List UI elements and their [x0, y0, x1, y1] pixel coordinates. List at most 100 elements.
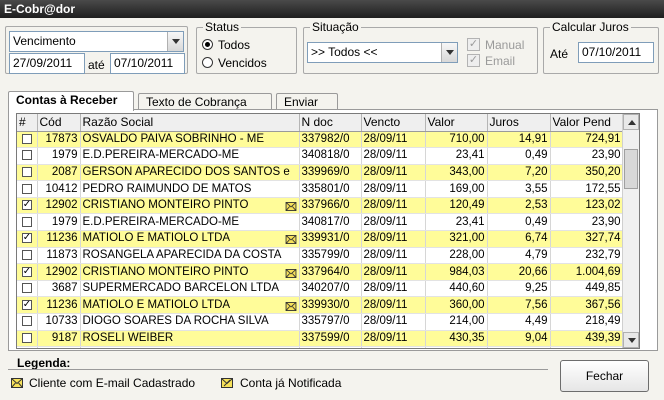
row-pend: 172,55: [550, 180, 624, 198]
row-checkbox[interactable]: [21, 166, 32, 177]
date-to-field[interactable]: 07/10/2011: [110, 53, 185, 74]
tab-label: Enviar: [284, 95, 319, 109]
row-doc-text: 335801/0: [301, 182, 350, 195]
table-row[interactable]: 10733 DIOGO SOARES DA ROCHA SILVA 335797/0…: [17, 313, 624, 331]
radio-todos[interactable]: [202, 39, 213, 50]
row-checkbox[interactable]: [21, 283, 32, 294]
chevron-down-icon[interactable]: [167, 32, 183, 51]
table-row[interactable]: ✓ 12902 CRISTIANO MONTEIRO PINTO 337966/0 28…: [17, 197, 624, 215]
table-row[interactable]: 1979 E.D.PEREIRA-MERCADO-ME 340817/0 28/09/…: [17, 213, 624, 232]
row-checkbox[interactable]: ✓: [21, 266, 32, 277]
date-field-value: Vencimento: [13, 34, 76, 48]
row-name: MATIOLO E MATIOLO LTDA: [80, 230, 300, 248]
row-doc: 339969/0: [299, 164, 362, 182]
row-checkbox-cell: [17, 213, 38, 232]
row-juros: 3,55: [487, 180, 551, 198]
row-checkbox[interactable]: [21, 332, 32, 343]
table-row[interactable]: 11873 ROSANGELA APARECIDA DA COSTA 335799/…: [17, 247, 624, 265]
row-doc-text: 340817/0: [301, 215, 350, 228]
date-from-field[interactable]: 27/09/2011: [9, 53, 85, 74]
row-code-text: 17873: [45, 132, 78, 145]
row-pend: 367,56: [550, 296, 624, 315]
row-name-text: MATIOLO E MATIOLO LTDA: [82, 232, 231, 245]
date-sep-label: até: [88, 58, 105, 72]
row-name: ROSELI WEIBER: [80, 330, 300, 348]
row-doc-text: 339930/0: [301, 298, 350, 311]
tab-enviar[interactable]: Enviar: [276, 93, 338, 110]
scroll-down-icon[interactable]: [623, 332, 639, 348]
accounts-grid[interactable]: # Cód Razão Social N doc Vencto Valor Ju…: [16, 113, 640, 349]
row-checkbox[interactable]: ✓: [21, 299, 32, 310]
row-juros: 4,49: [487, 313, 551, 331]
col-header-doc[interactable]: N doc: [299, 114, 362, 132]
row-vencto-text: 28/09/11: [363, 265, 408, 278]
row-checkbox[interactable]: ✓: [21, 233, 32, 244]
table-row[interactable]: 5418CELESTINO B. SILVEIRA MARQUES M34010…: [17, 346, 624, 348]
col-header-vencto[interactable]: Vencto: [361, 114, 426, 132]
row-vencto-text: 28/09/11: [363, 165, 408, 178]
table-row[interactable]: 1979 E.D.PEREIRA-MERCADO-ME 340818/0 28/09/…: [17, 147, 624, 165]
row-name: CRISTIANO MONTEIRO PINTO: [80, 263, 300, 281]
col-header-juros[interactable]: Juros: [487, 114, 551, 132]
tab-contas-receber[interactable]: Contas à Receber: [8, 91, 134, 111]
row-doc: 339930/0: [299, 296, 362, 315]
date-field-select[interactable]: Vencimento: [9, 31, 184, 52]
row-checkbox-cell: [17, 346, 38, 348]
col-header-code[interactable]: Cód: [37, 114, 81, 132]
table-row[interactable]: 17873 OSVALDO PAIVA SOBRINHO - ME 337982/0…: [17, 131, 624, 149]
close-button[interactable]: Fechar: [560, 360, 649, 392]
tab-label: Texto de Cobrança: [146, 95, 247, 109]
row-checkbox[interactable]: [21, 316, 32, 327]
email-checkbox[interactable]: ✓: [467, 54, 480, 67]
table-row[interactable]: ✓ 12902 CRISTIANO MONTEIRO PINTO 337964/0 28…: [17, 263, 624, 281]
row-pend: 449,85: [550, 280, 624, 298]
table-row[interactable]: 9187 ROSELI WEIBER 337599/0 28/09/11 430,35 9…: [17, 330, 624, 348]
chevron-down-icon[interactable]: [441, 43, 457, 62]
table-row[interactable]: 2087 GERSON APARECIDO DOS SANTOS e 339969/…: [17, 164, 624, 182]
row-pend: 439,39: [550, 330, 624, 348]
juros-ate-label: Até: [550, 47, 569, 61]
status-group: Status Todos Vencidos: [196, 20, 297, 74]
row-pend-text: 724,91: [585, 132, 621, 145]
row-vencto: 28/09/11: [361, 131, 426, 149]
table-row[interactable]: 10412 PEDRO RAIMUNDO DE MATOS 335801/0 28/0…: [17, 180, 624, 198]
row-juros-text: 14,91: [518, 132, 548, 145]
row-name: OSVALDO PAIVA SOBRINHO - ME: [80, 131, 300, 149]
row-checkbox[interactable]: [21, 133, 32, 144]
row-juros: 7,20: [487, 164, 551, 182]
row-pend-text: 350,20: [585, 165, 621, 178]
scroll-up-icon[interactable]: [623, 114, 639, 130]
row-doc: 340817/0: [299, 213, 362, 232]
col-header-check[interactable]: #: [17, 114, 38, 132]
envelope-icon: [285, 268, 297, 278]
row-checkbox[interactable]: [21, 150, 32, 161]
row-valor-text: 440,60: [449, 282, 485, 295]
table-row[interactable]: 3687 SUPERMERCADO BARCELON LTDA 340207/0 28…: [17, 280, 624, 298]
row-vencto: 28/09/11: [361, 346, 426, 348]
grid-scrollbar[interactable]: [622, 114, 639, 348]
row-checkbox[interactable]: ✓: [21, 200, 32, 211]
row-vencto: 28/09/11: [361, 280, 426, 298]
row-checkbox-cell: [17, 313, 38, 331]
row-pend-text: 172,55: [585, 182, 621, 195]
scroll-thumb[interactable]: [624, 149, 638, 189]
grid-header-row: # Cód Razão Social N doc Vencto Valor Ju…: [17, 114, 624, 132]
juros-date-field[interactable]: 07/10/2011: [578, 42, 654, 63]
col-header-pend[interactable]: Valor Pend: [550, 114, 624, 132]
row-checkbox[interactable]: [21, 183, 32, 194]
manual-checkbox[interactable]: ✓: [467, 38, 480, 51]
row-pend-text: 218,49: [585, 315, 621, 328]
col-header-valor[interactable]: Valor: [425, 114, 488, 132]
col-header-name[interactable]: Razão Social: [80, 114, 300, 132]
row-checkbox[interactable]: [21, 249, 32, 260]
row-juros-text: 6,74: [525, 232, 548, 245]
situacao-select[interactable]: >> Todos <<: [307, 42, 458, 63]
radio-vencidos[interactable]: [202, 57, 213, 68]
row-juros-text: 3,55: [525, 182, 548, 195]
row-vencto: 28/09/11: [361, 180, 426, 198]
tab-texto-cobranca[interactable]: Texto de Cobrança: [138, 93, 272, 110]
table-row[interactable]: ✓ 11236 MATIOLO E MATIOLO LTDA 339931/0 28/0…: [17, 230, 624, 248]
row-checkbox[interactable]: [21, 216, 32, 227]
table-row[interactable]: ✓ 11236 MATIOLO E MATIOLO LTDA 339930/0 28/0…: [17, 296, 624, 315]
row-vencto-text: 28/09/11: [363, 331, 408, 344]
